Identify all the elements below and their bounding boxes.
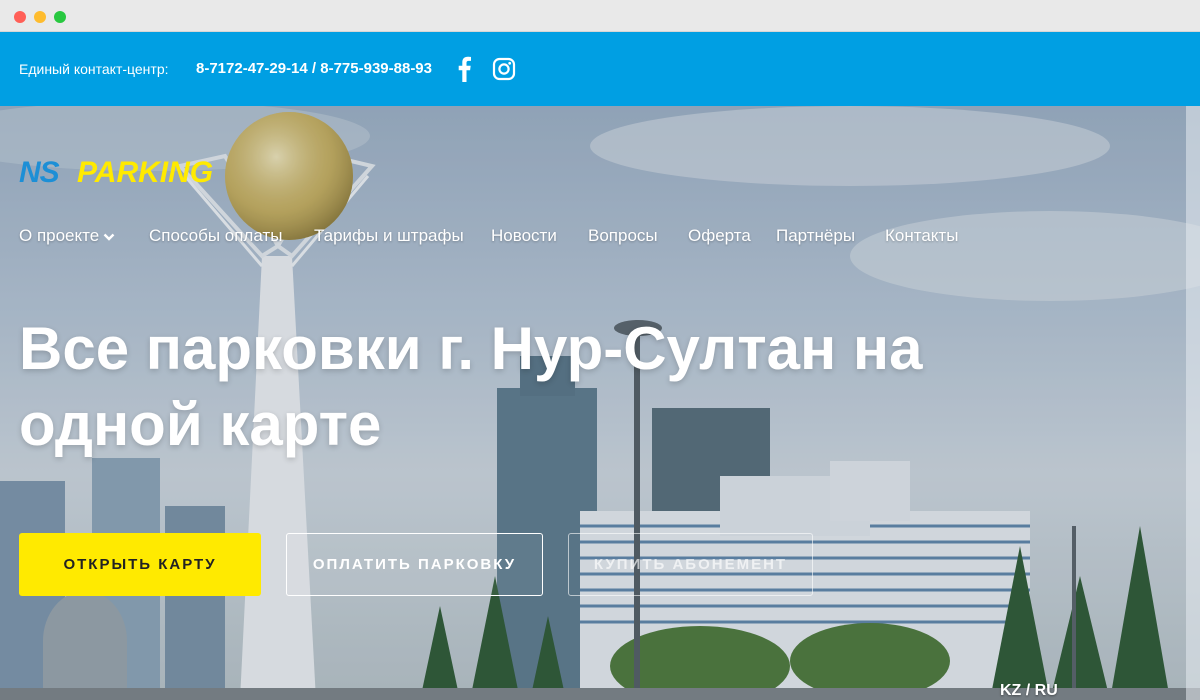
maximize-window-button[interactable] (54, 11, 66, 23)
nav-item-contacts[interactable]: Контакты (885, 226, 958, 246)
nav-item-tariffs[interactable]: Тарифы и штрафы (314, 226, 464, 246)
hero-headline: Все парковки г. Нур-Султан на одной карт… (19, 311, 1019, 463)
nav-item-news[interactable]: Новости (491, 226, 557, 246)
headline-line-1: Все парковки г. Нур-Султан на (19, 315, 923, 382)
nav-item-label: О проекте (19, 226, 100, 245)
logo-ns-text: NS (19, 156, 60, 189)
chevron-down-icon (103, 233, 115, 241)
pay-parking-button[interactable]: ОПЛАТИТЬ ПАРКОВКУ (286, 533, 543, 596)
nav-item-about[interactable]: О проекте (19, 226, 115, 246)
contact-label: Единый контакт-центр: (19, 61, 169, 77)
page-scrollbar[interactable] (1186, 106, 1200, 700)
minimize-window-button[interactable] (34, 11, 46, 23)
instagram-icon[interactable] (492, 57, 516, 81)
nav-item-payment-methods[interactable]: Способы оплаты (149, 226, 282, 246)
hero-section: NS PARKING О проекте Способы оплаты Тари… (0, 106, 1200, 700)
language-switcher[interactable]: KZ / RU (1000, 682, 1058, 700)
nav-item-questions[interactable]: Вопросы (588, 226, 658, 246)
open-map-button[interactable]: ОТКРЫТЬ КАРТУ (19, 533, 261, 596)
close-window-button[interactable] (14, 11, 26, 23)
logo-parking-text: PARKING (77, 156, 214, 189)
contact-bar: Единый контакт-центр: 8-7172-47-29-14 / … (0, 32, 1200, 106)
nsparking-logo[interactable]: NS PARKING (19, 156, 271, 189)
contact-phones[interactable]: 8-7172-47-29-14 / 8-775-939-88-93 (196, 60, 432, 77)
buy-subscription-button[interactable]: КУПИТЬ АБОНЕМЕНТ (568, 533, 813, 596)
browser-chrome (0, 0, 1200, 32)
nav-item-partners[interactable]: Партнёры (776, 226, 855, 246)
nav-item-offer[interactable]: Оферта (688, 226, 751, 246)
facebook-icon[interactable] (455, 56, 473, 82)
headline-line-2: одной карте (19, 391, 382, 458)
